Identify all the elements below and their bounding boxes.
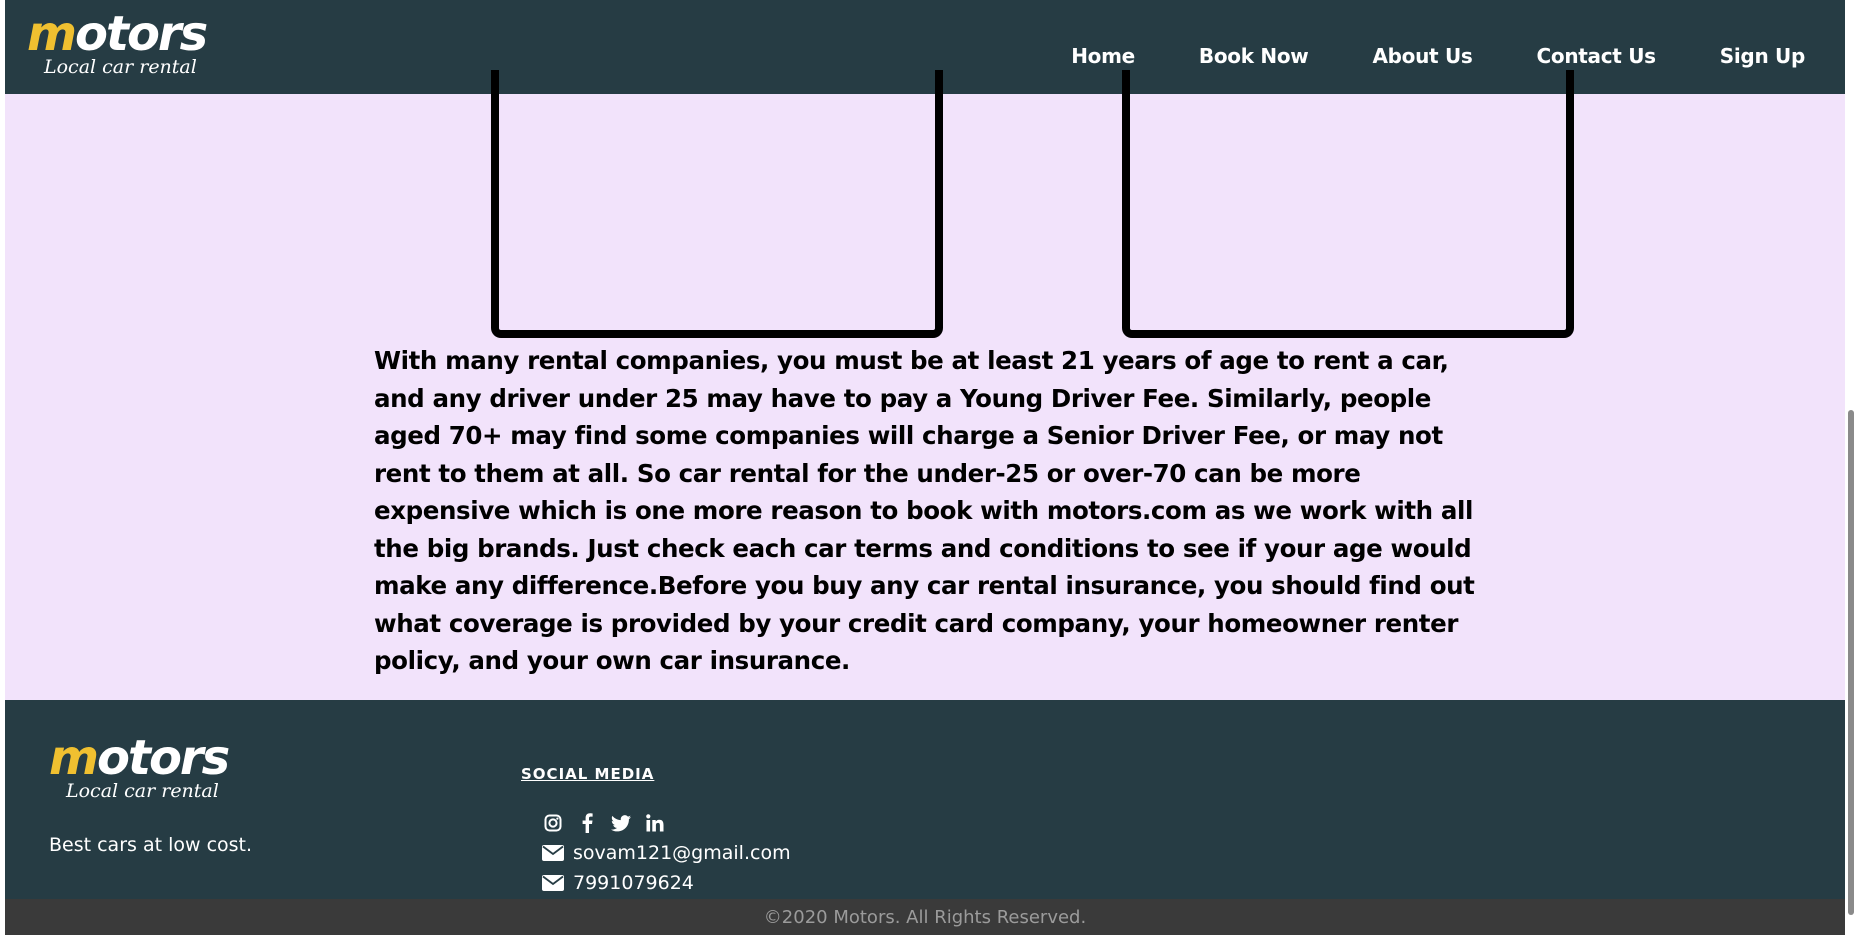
copyright-text: ©2020 Motors. All Rights Reserved. <box>763 907 1087 928</box>
linkedin-icon[interactable] <box>644 812 666 834</box>
logo-subtitle: Local car rental <box>44 56 197 78</box>
contact-email-row[interactable]: sovam121@gmail.com <box>542 842 791 864</box>
header-logo[interactable]: motors Local car rental <box>27 6 208 78</box>
contact-email: sovam121@gmail.com <box>573 842 791 864</box>
facebook-icon[interactable] <box>576 812 598 834</box>
contact-phone: 7991079624 <box>573 872 694 894</box>
nav-contact-us-link[interactable]: Contact Us <box>1537 44 1657 68</box>
envelope-icon <box>542 845 564 861</box>
scrollbar-thumb[interactable] <box>1848 410 1854 915</box>
footer: motors Local car rental Best cars at low… <box>5 700 1845 900</box>
car-image-frame-right <box>1122 70 1574 338</box>
footer-logo[interactable]: motors Local car rental <box>49 730 230 802</box>
rental-info-paragraph: With many rental companies, you must be … <box>374 346 1475 675</box>
car-image-frame-left <box>491 70 943 338</box>
footer-logo-wordmark: motors <box>49 730 230 786</box>
page: motors Local car rental Home Book Now Ab… <box>5 0 1845 935</box>
twitter-icon[interactable] <box>610 812 632 834</box>
social-media-heading: SOCIAL MEDIA <box>521 765 655 783</box>
footer-tagline: Best cars at low cost. <box>49 834 253 856</box>
nav-about-us-link[interactable]: About Us <box>1372 44 1472 68</box>
contact-phone-row[interactable]: 7991079624 <box>542 872 694 894</box>
nav-links: Home Book Now About Us Contact Us Sign U… <box>1007 44 1805 68</box>
instagram-icon[interactable] <box>542 812 564 834</box>
copyright-bar: ©2020 Motors. All Rights Reserved. <box>5 899 1845 935</box>
social-icons <box>542 812 666 834</box>
envelope-icon <box>542 875 564 891</box>
nav-home-link[interactable]: Home <box>1071 44 1135 68</box>
nav-sign-up-link[interactable]: Sign Up <box>1720 44 1806 68</box>
nav-book-now-link[interactable]: Book Now <box>1199 44 1309 68</box>
footer-logo-subtitle: Local car rental <box>66 780 219 802</box>
logo-wordmark: motors <box>27 6 208 62</box>
